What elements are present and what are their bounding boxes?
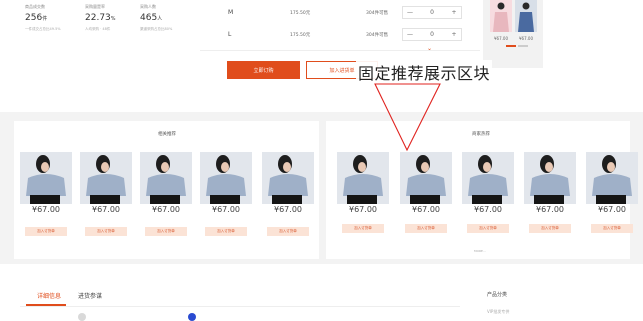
product-image[interactable] [200,152,252,204]
stat-sub: 一件成交占总比49.5% [25,27,61,31]
thumbnail-image[interactable] [490,0,512,32]
product-price: ¥67.00 [92,205,120,214]
order-now-button[interactable]: 立即订购 [227,61,300,79]
product-summary: 商品成交数 256件 一件成交占总比49.5% 采购量是率 22.73% 人均采… [0,0,643,104]
plus-button[interactable]: + [447,9,461,16]
tab-details[interactable]: 详细信息 [37,291,61,300]
tab-purchase-advisor[interactable]: 进货参谋 [78,291,102,300]
product-price: ¥67.00 [152,205,180,214]
product-image[interactable] [140,152,192,204]
size-price: 175.50元 [290,33,311,38]
product-image[interactable] [20,152,72,204]
product-image[interactable] [586,152,638,204]
add-to-order-button[interactable]: 加入订货单 [145,227,187,236]
plus-button[interactable]: + [447,31,461,38]
add-to-order-button[interactable]: 加入订货单 [467,224,509,233]
stat-value: 465人 [140,13,163,23]
product-price: ¥67.00 [536,205,564,214]
add-to-order-button[interactable]: 加入订货单 [529,224,571,233]
size-label: L [228,31,232,38]
quantity-value[interactable]: 0 [425,31,439,38]
add-to-order-button[interactable]: 加入订货单 [85,227,127,236]
carousel-indicator[interactable] [506,45,516,47]
add-to-order-button[interactable]: 加入订货单 [25,227,67,236]
product-image[interactable] [262,152,314,204]
divider [200,50,480,51]
stat-value: 22.73% [85,13,116,23]
more-link[interactable]: MORE... [474,249,486,253]
add-to-order-button[interactable]: 加入订货单 [405,224,447,233]
product-price: ¥67.00 [474,205,502,214]
stat-sub: 渠道采购占总比80% [140,27,173,31]
product-image[interactable] [337,152,389,204]
product-price: ¥67.00 [274,205,302,214]
add-to-order-button[interactable]: 加入订货单 [342,224,384,233]
minus-button[interactable]: — [403,9,417,16]
quantity-stepper: — 0 + [402,6,462,19]
size-stock: 304件可售 [366,11,389,16]
carousel-indicator[interactable] [518,45,528,47]
option-icon[interactable] [78,313,86,321]
add-to-order-button[interactable]: 加入订货单 [267,227,309,236]
annotation-triangle [374,83,441,152]
add-to-order-button[interactable]: 加入订货单 [205,227,247,236]
product-image[interactable] [80,152,132,204]
stat-sub: 人均采购 · 48件 [85,27,111,31]
panel-anchor [20,148,21,149]
option-icon[interactable] [188,313,196,321]
size-stock: 304件可售 [366,33,389,38]
tab-divider [20,306,460,307]
minus-button[interactable]: — [403,31,417,38]
category-item[interactable]: VIP批发专供 [487,309,509,315]
related-title: 相关推荐 [158,132,176,137]
stat-value: 256件 [25,13,48,23]
stat-label: 采购量是率 [85,4,105,9]
product-price: ¥67.00 [32,205,60,214]
thumbnail-price: ¥67.00 [494,36,508,41]
hot-title: 商家热荐 [472,132,490,137]
size-price: 175.50元 [290,11,311,16]
product-price: ¥67.00 [598,205,626,214]
category-title: 产品分类 [487,292,508,298]
thumbnail-price: ¥67.00 [519,36,533,41]
product-image[interactable] [524,152,576,204]
quantity-value[interactable]: 0 [425,9,439,16]
quantity-stepper: — 0 + [402,28,462,41]
product-price: ¥67.00 [412,205,440,214]
product-image[interactable] [462,152,514,204]
spacer [14,122,15,124]
product-image[interactable] [400,152,452,204]
product-price: ¥67.00 [212,205,240,214]
product-price: ¥67.00 [349,205,377,214]
size-label: M [228,9,234,16]
stat-label: 商品成交数 [25,4,45,9]
add-to-order-button[interactable]: 加入订货单 [591,224,633,233]
thumbnail-image[interactable] [515,0,537,32]
stat-label: 采购人数 [140,4,156,9]
